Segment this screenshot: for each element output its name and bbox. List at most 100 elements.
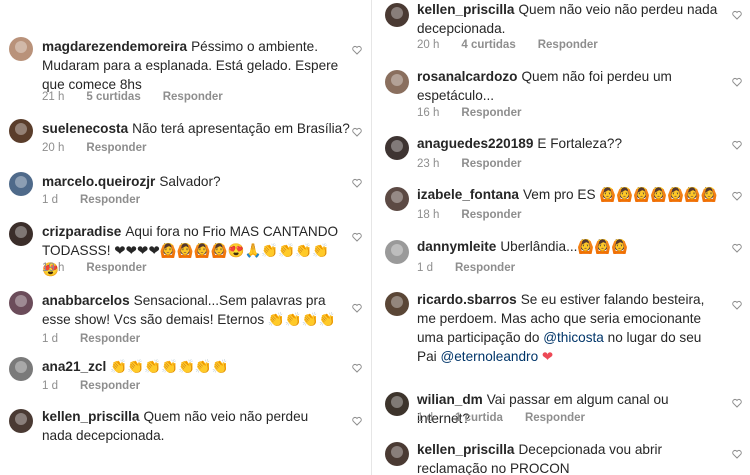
avatar[interactable] (385, 187, 409, 211)
comment-time[interactable]: 1 d (417, 412, 433, 424)
comment-meta: 20 h Responder (42, 141, 168, 155)
comment-text: kellen_priscilla Quem não veio não perdeu… (42, 409, 309, 443)
avatar[interactable] (9, 409, 33, 433)
comment-text: ana21_zcl 👏👏👏👏👏👏👏 (42, 359, 229, 374)
reply-button[interactable]: Responder (80, 333, 140, 345)
comment-text: kellen_priscilla Quem não veio não perdeu… (417, 2, 718, 36)
comment-text: anabbarcelos Sensacional...Sem palavras p… (42, 293, 336, 327)
heart-icon[interactable] (352, 416, 362, 426)
reply-button[interactable]: Responder (163, 91, 223, 103)
avatar[interactable] (385, 240, 409, 264)
comment-username[interactable]: rosanalcardozo (417, 69, 517, 84)
comments-column-left: magdarezendemoreira Péssimo o ambiente. M… (0, 0, 372, 475)
comment-time[interactable]: 16 h (417, 107, 439, 119)
comment-likes[interactable]: 5 curtidas (86, 91, 140, 103)
avatar[interactable] (9, 172, 33, 196)
comment-time[interactable]: 20 h (42, 142, 64, 154)
comment-time[interactable]: 1 d (42, 194, 58, 206)
reply-button[interactable]: Responder (80, 194, 140, 206)
comment-meta: 1 d Responder (417, 261, 537, 275)
comment-username[interactable]: dannymleite (417, 239, 496, 254)
reply-button[interactable]: Responder (461, 107, 521, 119)
comment-username[interactable]: crizparadise (42, 224, 121, 239)
reply-button[interactable]: Responder (455, 262, 515, 274)
comment-username[interactable]: anaguedes220189 (417, 136, 533, 151)
comment-item: marcelo.queirozjr Salvador? 1 d Responder (0, 172, 371, 212)
heart-icon[interactable] (732, 77, 742, 87)
reply-button[interactable]: Responder (525, 412, 585, 424)
reply-button[interactable]: Responder (80, 380, 140, 392)
comment-username[interactable]: wilian_dm (417, 392, 483, 407)
heart-icon[interactable] (732, 191, 742, 201)
comment-likes[interactable]: 4 curtidas (461, 39, 515, 51)
comment-username[interactable]: marcelo.queirozjr (42, 174, 155, 189)
comment-time[interactable]: 1 d (42, 380, 58, 392)
comment-item: kellen_priscilla Quem não veio não perdeu… (0, 407, 371, 457)
heart-icon[interactable] (732, 243, 742, 253)
heart-icon[interactable] (352, 127, 362, 137)
comment-time[interactable]: 1 d (42, 333, 58, 345)
heart-icon[interactable] (352, 363, 362, 373)
comment-username[interactable]: magdarezendemoreira (42, 39, 187, 54)
heart-icon[interactable] (352, 45, 362, 55)
comment-username[interactable]: kellen_priscilla (417, 442, 514, 457)
comment-time[interactable]: 18 h (417, 209, 439, 221)
comment-text: rosanalcardozo Quem não foi perdeu um esp… (417, 69, 672, 103)
comment-text: izabele_fontana Vem pro ES 🙆🙆🙆🙆🙆🙆🙆 (417, 187, 718, 202)
avatar[interactable] (9, 37, 33, 61)
comment-meta: 16 h Responder (417, 106, 543, 120)
avatar[interactable] (385, 70, 409, 94)
avatar[interactable] (9, 291, 33, 315)
comment-item: izabele_fontana Vem pro ES 🙆🙆🙆🙆🙆🙆🙆 18 h Re… (377, 185, 750, 225)
comment-text: suelenecosta Não terá apresentação em Bra… (42, 121, 350, 136)
mention-link[interactable]: @thicosta (543, 330, 604, 345)
comment-time[interactable]: 21 h (42, 91, 64, 103)
comment-item: ana21_zcl 👏👏👏👏👏👏👏 1 d Responder (0, 357, 371, 397)
comment-time[interactable]: 23 h (417, 158, 439, 170)
comment-username[interactable]: ricardo.sbarros (417, 292, 517, 307)
mention-link[interactable]: @eternoleandro (440, 349, 538, 364)
avatar[interactable] (385, 392, 409, 416)
heart-icon[interactable] (732, 449, 742, 459)
reply-button[interactable]: Responder (461, 209, 521, 221)
comment-time[interactable]: 19 h (42, 262, 64, 274)
avatar[interactable] (9, 119, 33, 143)
avatar[interactable] (9, 222, 33, 246)
comment-username[interactable]: anabbarcelos (42, 293, 130, 308)
heart-icon[interactable] (732, 398, 742, 408)
comment-time[interactable]: 1 d (417, 262, 433, 274)
reply-button[interactable]: Responder (538, 39, 598, 51)
comment-text: kellen_priscilla Decepcionada vou abrir r… (417, 442, 663, 475)
comment-meta: 18 h Responder (417, 208, 543, 222)
comment-time[interactable]: 20 h (417, 39, 439, 51)
comment-likes[interactable]: 1 curtida (455, 412, 503, 424)
comment-item: kellen_priscilla Decepcionada vou abrir r… (377, 440, 750, 475)
comments-column-right: kellen_priscilla Quem não veio não perdeu… (377, 0, 750, 475)
comment-item: anabbarcelos Sensacional...Sem palavras p… (0, 291, 371, 346)
heart-icon[interactable] (352, 232, 362, 242)
comment-username[interactable]: suelenecosta (42, 121, 128, 136)
reply-button[interactable]: Responder (461, 158, 521, 170)
avatar[interactable] (385, 136, 409, 160)
avatar[interactable] (385, 292, 409, 316)
heart-icon[interactable] (352, 303, 362, 313)
heart-icon[interactable] (732, 300, 742, 310)
heart-icon[interactable] (732, 10, 742, 20)
heart-icon[interactable] (352, 178, 362, 188)
reply-button[interactable]: Responder (86, 262, 146, 274)
avatar[interactable] (385, 3, 409, 27)
comment-username[interactable]: izabele_fontana (417, 187, 519, 202)
heart-icon[interactable] (732, 140, 742, 150)
comment-item: wilian_dm Vai passar em algum canal ou in… (377, 390, 750, 430)
comment-meta: 20 h 4 curtidas Responder (417, 38, 620, 52)
comment-item: suelenecosta Não terá apresentação em Bra… (0, 119, 371, 159)
comment-username[interactable]: ana21_zcl (42, 359, 106, 374)
avatar[interactable] (385, 442, 409, 466)
avatar[interactable] (9, 357, 33, 381)
comment-username[interactable]: kellen_priscilla (417, 2, 514, 17)
comment-username[interactable]: kellen_priscilla (42, 409, 139, 424)
comment-text: magdarezendemoreira Péssimo o ambiente. M… (42, 39, 339, 92)
comment-meta: 21 h 5 curtidas Responder (42, 90, 245, 104)
comment-item: kellen_priscilla Quem não veio não perdeu… (377, 0, 750, 56)
reply-button[interactable]: Responder (86, 142, 146, 154)
